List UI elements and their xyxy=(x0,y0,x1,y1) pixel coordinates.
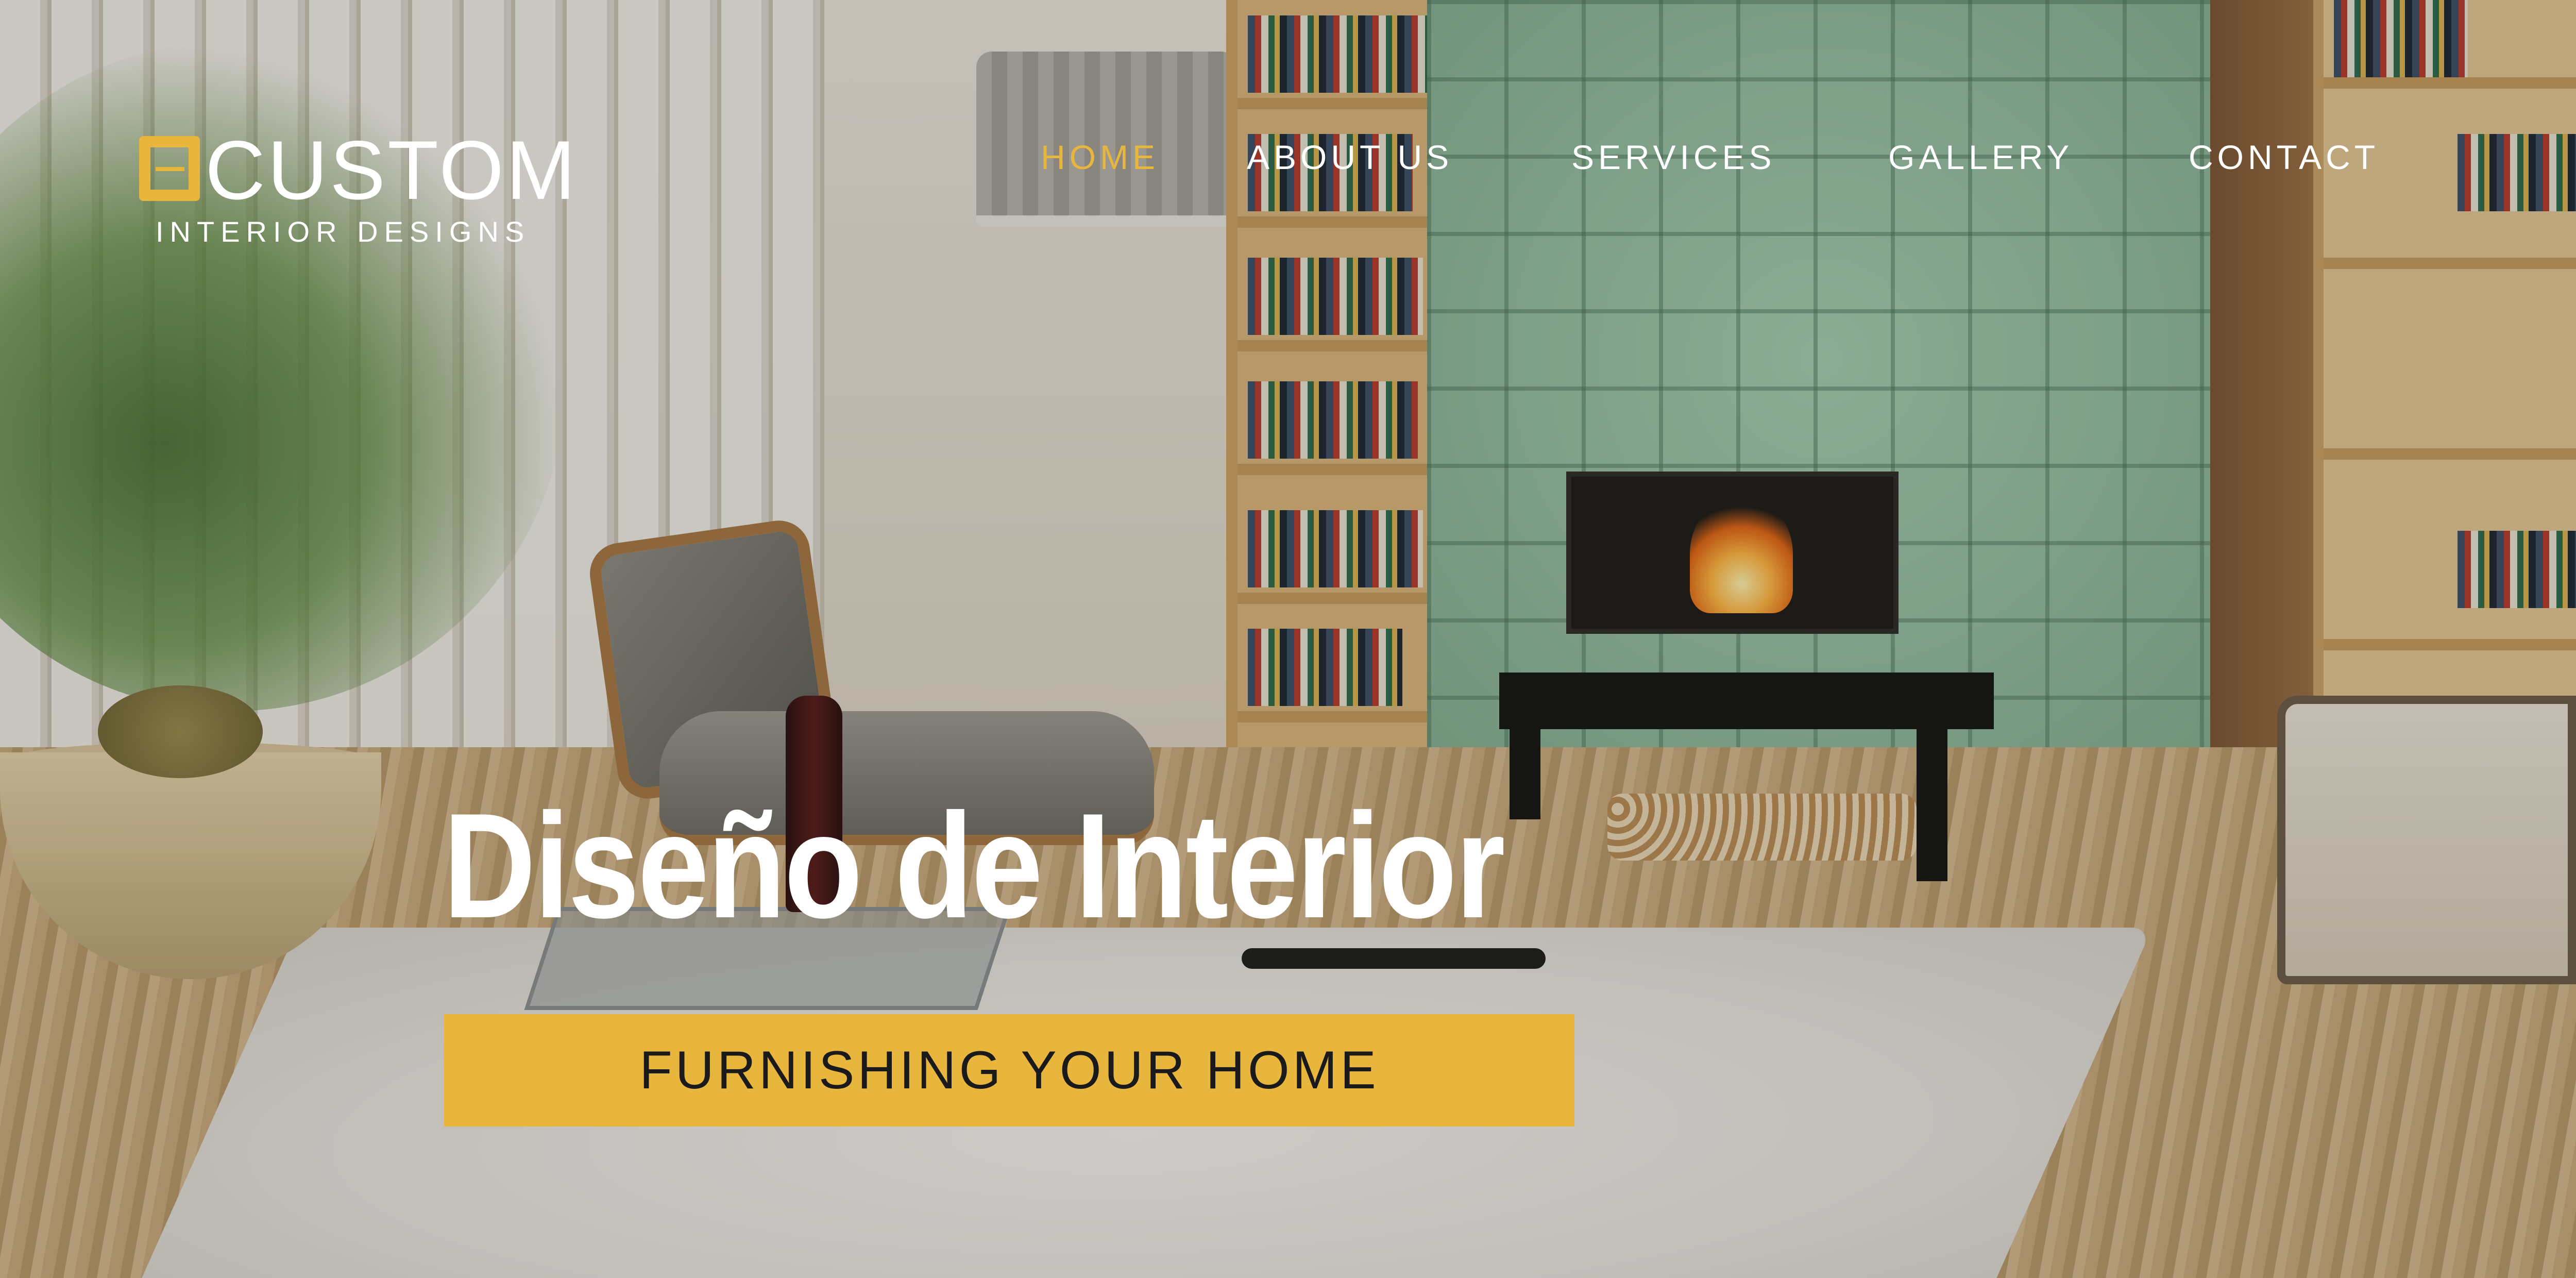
hero-title: Diseño de Interior xyxy=(443,782,1505,949)
nav-item-contact[interactable]: CONTACT xyxy=(2189,131,2379,183)
brand-tagline: INTERIOR DESIGNS xyxy=(156,215,531,248)
nav-item-home[interactable]: HOME xyxy=(1041,131,1159,183)
furnishing-cta-button[interactable]: FURNISHING YOUR HOME xyxy=(444,1014,1574,1126)
nav-item-about-us[interactable]: ABOUT US xyxy=(1247,131,1453,183)
nav-item-gallery[interactable]: GALLERY xyxy=(1888,131,2073,183)
nav-item-services[interactable]: SERVICES xyxy=(1571,131,1776,183)
main-nav: HOME ABOUT US SERVICES GALLERY CONTACT xyxy=(1030,131,2452,183)
site-logo[interactable]: CUSTOM INTERIOR DESIGNS xyxy=(139,129,603,258)
brand-name: CUSTOM xyxy=(205,124,578,217)
logo-mark-icon xyxy=(139,136,200,201)
cta-label: FURNISHING YOUR HOME xyxy=(639,1040,1379,1100)
